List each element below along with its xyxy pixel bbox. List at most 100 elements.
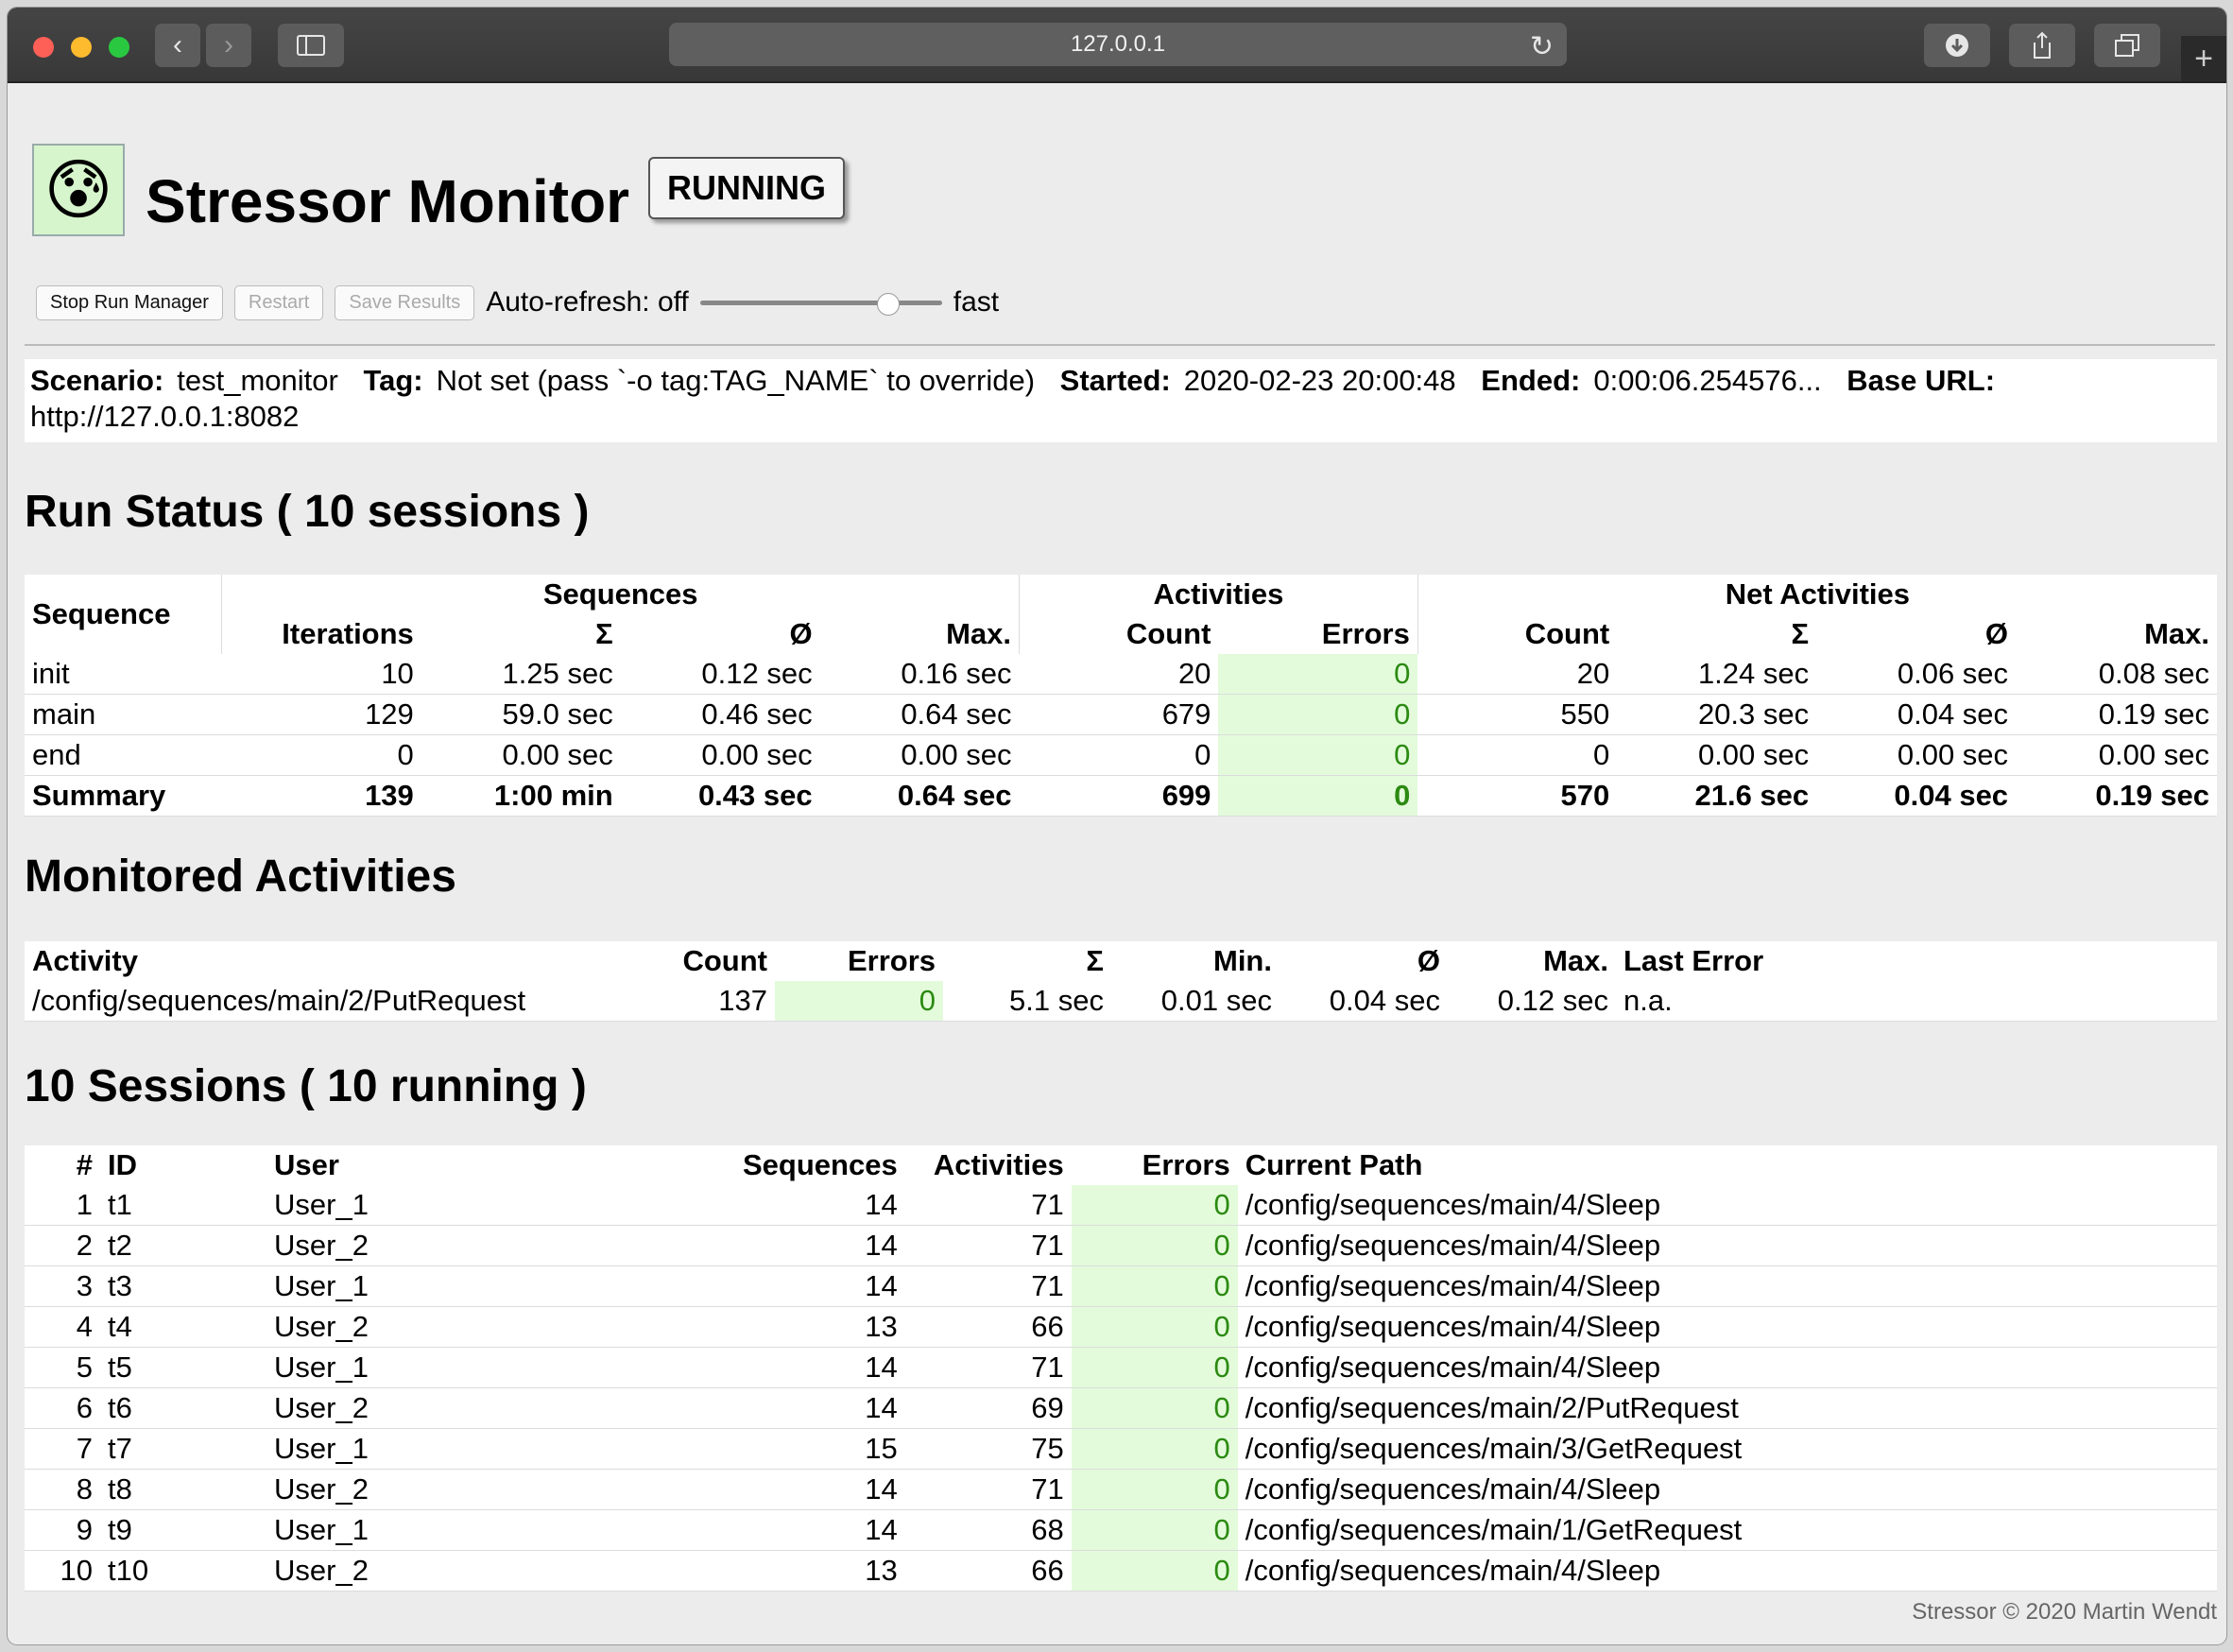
table-cell: 15 [735,1428,905,1470]
column-header: User [266,1145,735,1185]
new-tab-button[interactable]: + [2181,36,2226,81]
table-cell: 1.24 sec [1617,654,1817,695]
back-button[interactable]: ‹ [155,24,200,67]
address-bar[interactable]: 127.0.0.1 ↻ [669,23,1567,66]
table-cell: /config/sequences/main/4/Sleep [1237,1225,2217,1266]
column-header: Sequences [735,1145,905,1185]
table-cell: 4 [25,1306,100,1348]
group-header-row: Sequence Sequences Activities Net Activi… [25,575,2217,654]
column-header: Ø [1816,614,2017,654]
downloads-button[interactable] [1924,24,1990,67]
table-cell: 75 [904,1428,1072,1470]
forward-button[interactable]: › [206,24,251,67]
table-cell: t3 [100,1265,266,1307]
table-cell: User_1 [266,1347,735,1388]
sidebar-toggle-button[interactable] [278,24,344,67]
table-cell: /config/sequences/main/4/Sleep [1237,1347,2217,1388]
table-cell: 129 [221,694,421,735]
minimize-window-button[interactable] [71,37,92,58]
group-net-activities: Net Activities [1417,575,2217,614]
ended-value: 0:00:06.254576... [1593,364,1822,397]
column-header: Max. [819,614,1021,654]
table-cell: 14 [735,1387,905,1429]
column-header: Current Path [1237,1145,2217,1185]
table-cell: 10 [221,654,421,695]
table-cell: 9 [25,1509,100,1551]
error-count-cell: 0 [1071,1347,1238,1388]
table-cell: n.a. [1616,981,2217,1022]
table-row: 9 t9 User_1 14 68 0/config/sequences/main/1/G… [25,1509,2217,1551]
table-cell: 699 [1019,775,1219,817]
table-cell: 0.12 sec [620,654,820,695]
scenario-label: Scenario: [30,364,164,397]
table-cell: t2 [100,1225,266,1266]
table-cell: 0.00 sec [620,734,820,776]
error-count-cell: 0 [1218,775,1418,817]
close-window-button[interactable] [33,37,54,58]
column-header: Count [1019,614,1219,654]
column-header: Min. [1111,941,1280,981]
table-cell: t8 [100,1469,266,1510]
table-cell: 0.46 sec [620,694,820,735]
error-count-cell: 0 [1071,1225,1238,1266]
stop-run-manager-button[interactable]: Stop Run Manager [36,284,223,320]
column-header: Count [607,941,775,981]
table-cell: 0.00 sec [1816,734,2017,776]
column-header: Activities [904,1145,1072,1185]
slider-track [699,301,942,305]
tabs-icon [2115,34,2139,57]
restart-button[interactable]: Restart [233,284,324,320]
summary-row: Summary 139 1:00 min 0.43 sec 0.64 sec 699 0 57… [25,775,2217,817]
table-row: 1 t1 User_1 14 71 0/config/sequences/main/4/S… [25,1185,2217,1226]
table-row: /config/sequences/main/2/PutRequest 137 0 5… [25,981,2217,1022]
table-cell: 0.19 sec [2016,694,2217,735]
column-header: # [25,1145,100,1185]
table-cell: 0.00 sec [819,734,1020,776]
table-cell: 68 [904,1509,1072,1551]
download-icon [1946,34,1968,57]
table-cell: User_2 [266,1387,735,1429]
table-cell: /config/sequences/main/4/Sleep [1237,1306,2217,1348]
table-cell: 20 [1417,654,1618,695]
run-status-body: init 10 1.25 sec 0.12 sec 0.16 sec 20 0 20 1.24 … [25,654,2217,817]
table-cell: User_1 [266,1509,735,1551]
table-cell: 0.19 sec [2016,775,2217,817]
reload-icon[interactable]: ↻ [1530,30,1554,63]
save-results-button[interactable]: Save Results [335,284,475,320]
table-cell: t10 [100,1550,266,1592]
table-cell: 14 [735,1469,905,1510]
run-status-table: Sequence Sequences Activities Net Activi… [25,575,2217,817]
column-header: Last Error [1616,941,2217,981]
page-title: Stressor Monitor [146,167,630,235]
share-button[interactable] [2009,24,2075,67]
started-value: 2020-02-23 20:00:48 [1183,364,1456,397]
page-header: 😰 Stressor Monitor RUNNING [25,83,2217,244]
refresh-slider[interactable] [699,284,942,321]
table-cell: 0.16 sec [819,654,1020,695]
column-header: Σ [421,614,621,654]
column-header: Errors [1218,614,1418,654]
column-header: Activity [25,941,607,981]
slider-thumb[interactable] [876,293,900,316]
table-cell: User_2 [266,1469,735,1510]
table-cell: t6 [100,1387,266,1429]
table-cell: 2 [25,1225,100,1266]
table-row: 3 t3 User_1 14 71 0/config/sequences/main/4/S… [25,1265,2217,1307]
table-cell: 14 [735,1185,905,1226]
started-label: Started: [1059,364,1171,397]
sessions-body: 1 t1 User_1 14 71 0/config/sequences/main/4/S… [25,1185,2217,1592]
group-activities: Activities [1019,575,1418,614]
share-icon [2034,31,2051,59]
tabs-overview-button[interactable] [2094,24,2160,67]
table-cell: 5.1 sec [943,981,1111,1022]
table-cell: t9 [100,1509,266,1551]
browser-window: ‹ › 127.0.0.1 ↻ + 😰 Stressor Monitor RUN… [8,8,2226,1644]
monitored-table: Activity Count Errors Σ Min. Ø Max. Last Error … [25,941,2217,1022]
table-cell: /config/sequences/main/1/GetRequest [1237,1509,2217,1551]
table-cell: 3 [25,1265,100,1307]
table-cell: 550 [1417,694,1618,735]
zoom-window-button[interactable] [109,37,129,58]
table-cell: User_2 [266,1550,735,1592]
table-cell: /config/sequences/main/4/Sleep [1237,1469,2217,1510]
table-cell: 14 [735,1347,905,1388]
